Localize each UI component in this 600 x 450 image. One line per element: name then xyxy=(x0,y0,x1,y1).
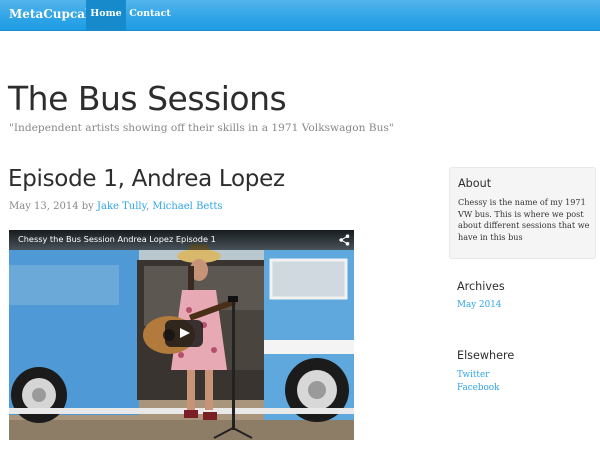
facebook-link[interactable]: Facebook xyxy=(457,383,499,393)
about-heading: About xyxy=(458,177,492,190)
nav-contact[interactable]: Contact xyxy=(127,0,173,30)
site-tagline: "Independent artists showing off their s… xyxy=(9,122,394,134)
post-date: May 13, 2014 xyxy=(9,201,79,212)
archives-heading: Archives xyxy=(457,280,505,293)
play-triangle-icon xyxy=(180,328,190,338)
twitter-link[interactable]: Twitter xyxy=(457,370,489,380)
site-title: The Bus Sessions xyxy=(8,79,287,118)
share-icon[interactable] xyxy=(339,234,350,246)
archive-link-may-2014[interactable]: May 2014 xyxy=(457,300,501,310)
about-text: Chessy is the name of my 1971 VW bus. Th… xyxy=(458,197,590,242)
nav-home[interactable]: Home xyxy=(86,0,126,30)
video-player[interactable]: Chessy the Bus Session Andrea Lopez Epis… xyxy=(9,230,354,440)
author-link-michael-betts[interactable]: Michael Betts xyxy=(152,201,222,212)
top-navbar: MetaCupcake Home Contact xyxy=(0,0,600,31)
post-title[interactable]: Episode 1, Andrea Lopez xyxy=(8,166,285,192)
video-title-bar: Chessy the Bus Session Andrea Lopez Epis… xyxy=(9,230,354,250)
post-by: by xyxy=(81,201,94,212)
play-icon[interactable] xyxy=(165,320,203,347)
elsewhere-heading: Elsewhere xyxy=(457,349,515,362)
about-box: About Chessy is the name of my 1971 VW b… xyxy=(449,167,596,259)
post-meta: May 13, 2014 by Jake Tully, Michael Bett… xyxy=(9,201,223,212)
video-title[interactable]: Chessy the Bus Session Andrea Lopez Epis… xyxy=(18,234,216,244)
author-link-jake-tully[interactable]: Jake Tully xyxy=(97,201,146,212)
